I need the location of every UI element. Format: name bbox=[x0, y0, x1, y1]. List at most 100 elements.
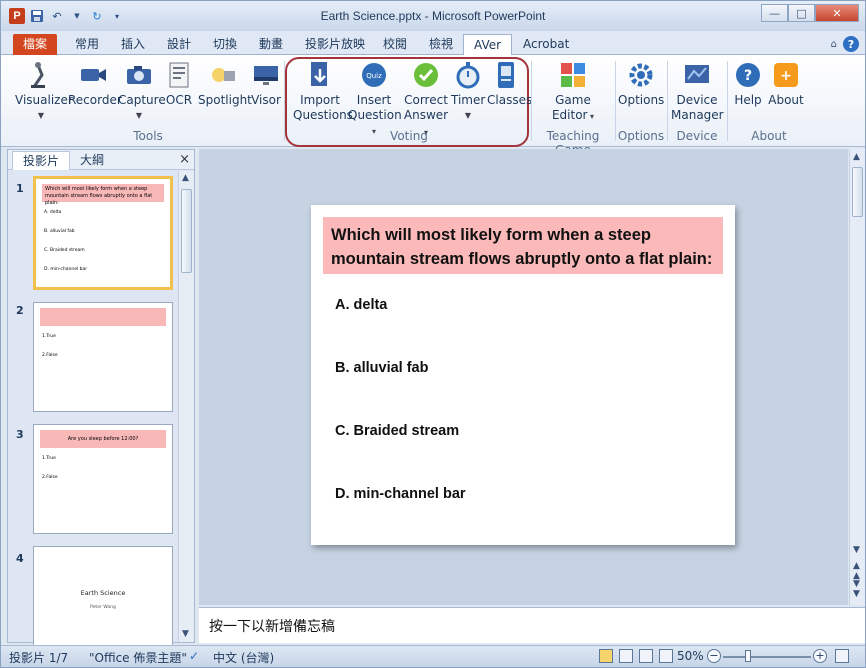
tab-home[interactable]: 常用 bbox=[65, 34, 109, 55]
minimize-button[interactable]: — bbox=[761, 4, 788, 22]
timer-label: Timer bbox=[451, 93, 486, 107]
next-slide-icon[interactable]: ▼ ▼ bbox=[853, 579, 860, 599]
spotlight-label: Spotlight bbox=[198, 93, 252, 107]
thumb-title-band bbox=[40, 308, 166, 326]
answer-option-c[interactable]: C. Braided stream bbox=[335, 423, 459, 439]
about-label: About bbox=[768, 93, 804, 107]
tab-acrobat[interactable]: Acrobat bbox=[513, 34, 579, 55]
device-group-label: Device bbox=[676, 129, 718, 143]
options-button[interactable]: Options bbox=[618, 61, 664, 108]
device-manager-label-1: Device bbox=[676, 93, 718, 107]
slide-count: 投影片 1/7 bbox=[9, 651, 69, 665]
import-questions-button[interactable]: Import Questions bbox=[293, 61, 353, 123]
zoom-out-icon[interactable]: − bbox=[707, 649, 721, 663]
visor-label: Visor bbox=[251, 93, 281, 107]
window-controls: — □ ✕ bbox=[761, 4, 859, 22]
help-button[interactable]: ? Help bbox=[731, 61, 765, 108]
reading-view-icon[interactable] bbox=[639, 649, 653, 663]
svg-text:?: ? bbox=[744, 68, 752, 84]
question-box[interactable]: Which will most likely form when a steep… bbox=[323, 217, 723, 274]
current-slide[interactable]: Which will most likely form when a steep… bbox=[311, 205, 735, 545]
scroll-up-icon[interactable]: ▲ bbox=[853, 152, 860, 162]
scroll-down-icon[interactable]: ▼ bbox=[182, 629, 189, 639]
slide-scrollbar[interactable]: ▲ ▼ ▲ ▲ ▼ ▼ bbox=[849, 149, 865, 605]
spellcheck-icon[interactable]: ✓ bbox=[189, 649, 199, 663]
spotlight-button[interactable]: Spotlight bbox=[198, 61, 252, 108]
normal-view-icon[interactable] bbox=[599, 649, 613, 663]
thumb-option: A. delta bbox=[44, 210, 62, 215]
tab-slideshow[interactable]: 投影片放映 bbox=[295, 34, 375, 55]
maximize-button[interactable]: □ bbox=[788, 4, 815, 22]
notes-pane[interactable]: 按一下以新增備忘稿 bbox=[199, 607, 865, 643]
game-editor-dropdown-icon[interactable]: ▾ bbox=[587, 112, 594, 121]
zoom-slider[interactable] bbox=[723, 656, 811, 658]
check-icon bbox=[412, 61, 440, 89]
tab-design[interactable]: 設計 bbox=[157, 34, 201, 55]
about-button[interactable]: + About bbox=[766, 61, 806, 108]
slide-thumbnail-3[interactable]: Are you sleep before 12:00? 1.True 2.Fal… bbox=[33, 424, 173, 534]
scroll-up-icon[interactable]: ▲ bbox=[182, 173, 189, 183]
insert-question-button[interactable]: Quiz Insert Question ▾ bbox=[348, 61, 402, 139]
options-label: Options bbox=[618, 93, 665, 107]
theme-name[interactable]: "Office 佈景主題" bbox=[89, 649, 187, 666]
tab-aver[interactable]: AVer bbox=[463, 34, 513, 55]
scrollbar-thumb[interactable] bbox=[852, 167, 863, 217]
slides-panel-scrollbar[interactable]: ▲ ▼ bbox=[178, 171, 194, 642]
minimize-ribbon-icon[interactable]: ⌂ bbox=[831, 39, 837, 50]
visualizer-button[interactable]: Visualizer ▼ bbox=[15, 61, 73, 123]
recorder-button[interactable]: Recorder bbox=[68, 61, 122, 108]
capture-label: Capture bbox=[118, 93, 166, 107]
previous-slide-icon[interactable]: ▲ ▲ bbox=[853, 561, 860, 581]
help-label: Help bbox=[734, 93, 762, 107]
gear-icon bbox=[627, 61, 655, 89]
import-questions-icon bbox=[306, 61, 334, 89]
tab-review[interactable]: 校閱 bbox=[373, 34, 417, 55]
notes-placeholder: 按一下以新增備忘稿 bbox=[209, 619, 335, 635]
slide-thumbnail-4[interactable]: Earth Science Peter Wang bbox=[33, 546, 173, 646]
capture-dropdown-icon[interactable]: ▼ bbox=[118, 108, 160, 123]
ribbon-right-controls: ⌂ ? bbox=[831, 36, 859, 52]
tab-outline[interactable]: 大綱 bbox=[70, 151, 114, 170]
tab-slides[interactable]: 投影片 bbox=[12, 151, 71, 170]
status-bar: 投影片 1/7 "Office 佈景主題" ✓ 中文 (台灣) 50% − + bbox=[1, 645, 865, 667]
capture-button[interactable]: Capture ▼ bbox=[118, 61, 166, 123]
tab-animations[interactable]: 動畫 bbox=[249, 34, 293, 55]
answer-option-b[interactable]: B. alluvial fab bbox=[335, 360, 428, 376]
close-button[interactable]: ✕ bbox=[815, 4, 859, 22]
thumb-question-band: Which will most likely form when a steep… bbox=[42, 184, 164, 206]
device-manager-label-2: Manager bbox=[671, 108, 724, 122]
game-editor-label-1: Game bbox=[555, 93, 591, 107]
tab-view[interactable]: 檢視 bbox=[419, 34, 463, 55]
timer-dropdown-icon[interactable]: ▼ bbox=[451, 108, 485, 123]
answer-option-a[interactable]: A. delta bbox=[335, 297, 387, 313]
classes-icon bbox=[492, 61, 520, 89]
tab-file[interactable]: 檔案 bbox=[13, 34, 58, 55]
slide-sorter-icon[interactable] bbox=[619, 649, 633, 663]
fit-to-window-icon[interactable] bbox=[835, 649, 849, 663]
visualizer-dropdown-icon[interactable]: ▼ bbox=[15, 108, 67, 123]
slideshow-view-icon[interactable] bbox=[659, 649, 673, 663]
tab-insert[interactable]: 插入 bbox=[111, 34, 155, 55]
game-editor-button[interactable]: Game Editor ▾ bbox=[549, 61, 597, 124]
ocr-button[interactable]: OCR bbox=[164, 61, 194, 108]
help-icon[interactable]: ? bbox=[843, 36, 859, 52]
tab-transitions[interactable]: 切換 bbox=[203, 34, 247, 55]
slide-thumbnail-1[interactable]: Which will most likely form when a steep… bbox=[33, 176, 173, 290]
zoom-level[interactable]: 50% bbox=[677, 649, 704, 663]
scroll-down-icon[interactable]: ▼ bbox=[853, 545, 860, 555]
language-indicator[interactable]: 中文 (台灣) bbox=[213, 649, 274, 666]
timer-button[interactable]: Timer ▼ bbox=[451, 61, 485, 123]
close-panel-icon[interactable]: × bbox=[179, 152, 190, 167]
device-manager-button[interactable]: Device Manager bbox=[671, 61, 724, 123]
about-group-label: About bbox=[751, 129, 787, 143]
import-questions-label-1: Import bbox=[300, 93, 340, 107]
scrollbar-thumb[interactable] bbox=[181, 189, 192, 273]
thumb-subtitle: Peter Wang bbox=[90, 605, 116, 610]
answer-option-d[interactable]: D. min-channel bar bbox=[335, 486, 466, 502]
visor-button[interactable]: Visor bbox=[251, 61, 281, 108]
classes-button[interactable]: Classes bbox=[487, 61, 532, 108]
slide-thumbnail-2[interactable]: 1.True 2.False bbox=[33, 302, 173, 412]
zoom-slider-knob[interactable] bbox=[745, 650, 751, 662]
zoom-in-icon[interactable]: + bbox=[813, 649, 827, 663]
slides-panel: 投影片 大綱 × 1 Which will most likely form w… bbox=[7, 149, 195, 646]
